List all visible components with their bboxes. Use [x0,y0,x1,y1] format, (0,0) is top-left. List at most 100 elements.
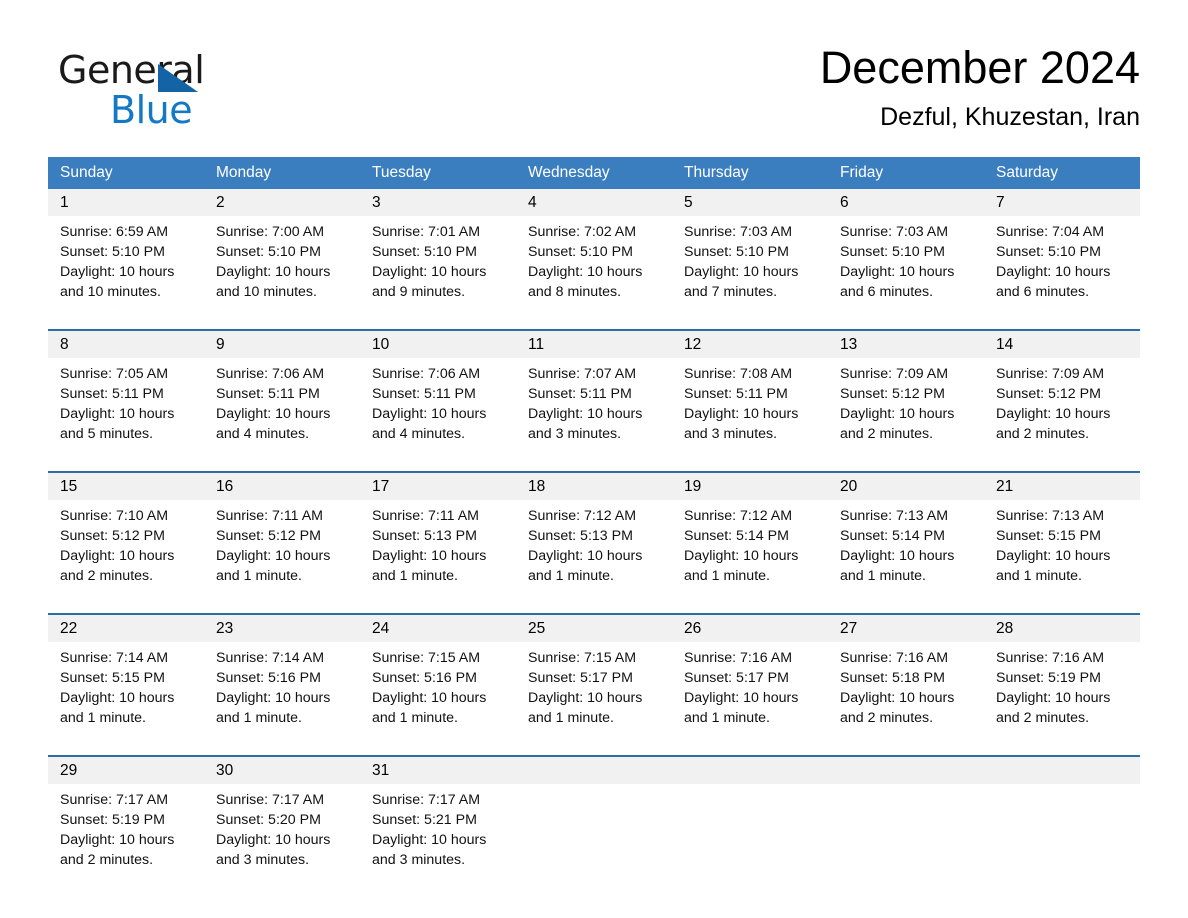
day-number-3[interactable]: 3 [360,189,516,216]
day-cell-6[interactable]: Sunrise: 7:03 AM Sunset: 5:10 PM Daylight:… [828,216,984,323]
day-number-15[interactable]: 15 [48,473,204,500]
day-detail-line: Sunset: 5:10 PM [216,244,321,260]
day-number-empty [672,757,828,784]
day-detail-line: Sunset: 5:11 PM [528,386,632,402]
date-number-band: 15 16 17 18 19 20 21 [48,473,1140,500]
day-detail-line: Daylight: 10 hours [528,690,643,706]
day-number-12[interactable]: 12 [672,331,828,358]
weekday-header-sunday: Sunday [60,164,113,181]
weekday-header-wednesday: Wednesday [528,164,610,181]
day-detail-line: Sunset: 5:15 PM [996,528,1101,544]
day-detail-line: Sunset: 5:11 PM [60,386,164,402]
day-cell-19[interactable]: Sunrise: 7:12 AM Sunset: 5:14 PM Daylight:… [672,500,828,607]
day-number-10[interactable]: 10 [360,331,516,358]
day-cell-18[interactable]: Sunrise: 7:12 AM Sunset: 5:13 PM Daylight:… [516,500,672,607]
day-number-8[interactable]: 8 [48,331,204,358]
calendar-week-row: 1 2 3 4 5 6 7 Sunrise: 6:59 AM Sunset: 5:10 PM Da… [48,189,1140,323]
day-cell-21[interactable]: Sunrise: 7:13 AM Sunset: 5:15 PM Daylight:… [984,500,1140,607]
day-detail-line: Daylight: 10 hours [528,264,643,280]
day-cell-22[interactable]: Sunrise: 7:14 AM Sunset: 5:15 PM Daylight:… [48,642,204,749]
general-blue-logo[interactable]: General Blue [58,48,258,134]
day-number-30[interactable]: 30 [204,757,360,784]
day-cell-7[interactable]: Sunrise: 7:04 AM Sunset: 5:10 PM Daylight:… [984,216,1140,323]
day-cell-8[interactable]: Sunrise: 7:05 AM Sunset: 5:11 PM Daylight:… [48,358,204,465]
day-number-19[interactable]: 19 [672,473,828,500]
day-number-9[interactable]: 9 [204,331,360,358]
location-subtitle: Dezful, Khuzestan, Iran [880,103,1140,131]
day-number-31[interactable]: 31 [360,757,516,784]
day-detail-line: Daylight: 10 hours [216,548,331,564]
day-number-22[interactable]: 22 [48,615,204,642]
weekday-header-thursday: Thursday [684,164,749,181]
day-detail-line: Sunset: 5:12 PM [996,386,1101,402]
day-cell-15[interactable]: Sunrise: 7:10 AM Sunset: 5:12 PM Daylight:… [48,500,204,607]
day-detail-line: Sunrise: 7:17 AM [372,792,481,808]
day-detail-line: and 1 minute. [996,568,1082,584]
day-number-24[interactable]: 24 [360,615,516,642]
day-cell-10[interactable]: Sunrise: 7:06 AM Sunset: 5:11 PM Daylight:… [360,358,516,465]
day-number-17[interactable]: 17 [360,473,516,500]
day-number-11[interactable]: 11 [516,331,672,358]
day-cell-20[interactable]: Sunrise: 7:13 AM Sunset: 5:14 PM Daylight:… [828,500,984,607]
day-detail-line: Sunrise: 7:14 AM [216,650,325,666]
day-number-16[interactable]: 16 [204,473,360,500]
day-cell-9[interactable]: Sunrise: 7:06 AM Sunset: 5:11 PM Daylight:… [204,358,360,465]
day-cell-17[interactable]: Sunrise: 7:11 AM Sunset: 5:13 PM Daylight:… [360,500,516,607]
day-cell-26[interactable]: Sunrise: 7:16 AM Sunset: 5:17 PM Daylight:… [672,642,828,749]
day-cell-16[interactable]: Sunrise: 7:11 AM Sunset: 5:12 PM Daylight:… [204,500,360,607]
day-detail-line: Sunset: 5:20 PM [216,812,321,828]
day-detail-line: and 6 minutes. [996,284,1090,300]
day-number-18[interactable]: 18 [516,473,672,500]
day-detail-line: Daylight: 10 hours [60,832,175,848]
day-number-4[interactable]: 4 [516,189,672,216]
day-number-1[interactable]: 1 [48,189,204,216]
day-detail-line: and 10 minutes. [60,284,161,300]
day-number-20[interactable]: 20 [828,473,984,500]
day-cell-12[interactable]: Sunrise: 7:08 AM Sunset: 5:11 PM Daylight:… [672,358,828,465]
day-number-26[interactable]: 26 [672,615,828,642]
day-number-23[interactable]: 23 [204,615,360,642]
weekday-header-friday: Friday [840,164,884,181]
day-detail-line: Sunrise: 6:59 AM [60,224,169,240]
day-number-empty [516,757,672,784]
day-number-2[interactable]: 2 [204,189,360,216]
day-cell-13[interactable]: Sunrise: 7:09 AM Sunset: 5:12 PM Daylight:… [828,358,984,465]
day-cell-31[interactable]: Sunrise: 7:17 AM Sunset: 5:21 PM Daylight:… [360,784,516,891]
day-cell-1[interactable]: Sunrise: 6:59 AM Sunset: 5:10 PM Daylight:… [48,216,204,323]
day-number-21[interactable]: 21 [984,473,1140,500]
day-number-5[interactable]: 5 [672,189,828,216]
day-number-28[interactable]: 28 [984,615,1140,642]
day-cell-29[interactable]: Sunrise: 7:17 AM Sunset: 5:19 PM Daylight:… [48,784,204,891]
day-number-25[interactable]: 25 [516,615,672,642]
day-cell-5[interactable]: Sunrise: 7:03 AM Sunset: 5:10 PM Daylight:… [672,216,828,323]
day-detail-line: Sunrise: 7:15 AM [372,650,481,666]
day-number-14[interactable]: 14 [984,331,1140,358]
day-detail-line: Daylight: 10 hours [60,406,175,422]
day-cell-30[interactable]: Sunrise: 7:17 AM Sunset: 5:20 PM Daylight:… [204,784,360,891]
day-cell-23[interactable]: Sunrise: 7:14 AM Sunset: 5:16 PM Daylight:… [204,642,360,749]
calendar-page: General Blue December 2024 Dezful, Khuze… [0,0,1188,918]
day-detail-line: and 3 minutes. [528,426,622,442]
day-cell-4[interactable]: Sunrise: 7:02 AM Sunset: 5:10 PM Daylight:… [516,216,672,323]
day-number-empty [984,757,1140,784]
day-cell-25[interactable]: Sunrise: 7:15 AM Sunset: 5:17 PM Daylight:… [516,642,672,749]
day-detail-line: and 1 minute. [216,568,302,584]
day-number-13[interactable]: 13 [828,331,984,358]
day-detail-line: Sunrise: 7:08 AM [684,366,793,382]
day-number-27[interactable]: 27 [828,615,984,642]
day-cell-14[interactable]: Sunrise: 7:09 AM Sunset: 5:12 PM Daylight:… [984,358,1140,465]
day-cell-28[interactable]: Sunrise: 7:16 AM Sunset: 5:19 PM Daylight:… [984,642,1140,749]
day-number-29[interactable]: 29 [48,757,204,784]
day-cell-11[interactable]: Sunrise: 7:07 AM Sunset: 5:11 PM Daylight:… [516,358,672,465]
day-number-6[interactable]: 6 [828,189,984,216]
day-cell-24[interactable]: Sunrise: 7:15 AM Sunset: 5:16 PM Daylight:… [360,642,516,749]
day-detail-band: Sunrise: 6:59 AM Sunset: 5:10 PM Daylight:… [48,216,1140,323]
day-detail-line: Sunrise: 7:15 AM [528,650,637,666]
day-cell-27[interactable]: Sunrise: 7:16 AM Sunset: 5:18 PM Daylight:… [828,642,984,749]
day-detail-line: Sunset: 5:10 PM [684,244,789,260]
day-number-7[interactable]: 7 [984,189,1140,216]
day-detail-line: and 2 minutes. [840,426,934,442]
day-detail-line: and 5 minutes. [60,426,154,442]
day-cell-2[interactable]: Sunrise: 7:00 AM Sunset: 5:10 PM Daylight:… [204,216,360,323]
day-cell-3[interactable]: Sunrise: 7:01 AM Sunset: 5:10 PM Daylight:… [360,216,516,323]
